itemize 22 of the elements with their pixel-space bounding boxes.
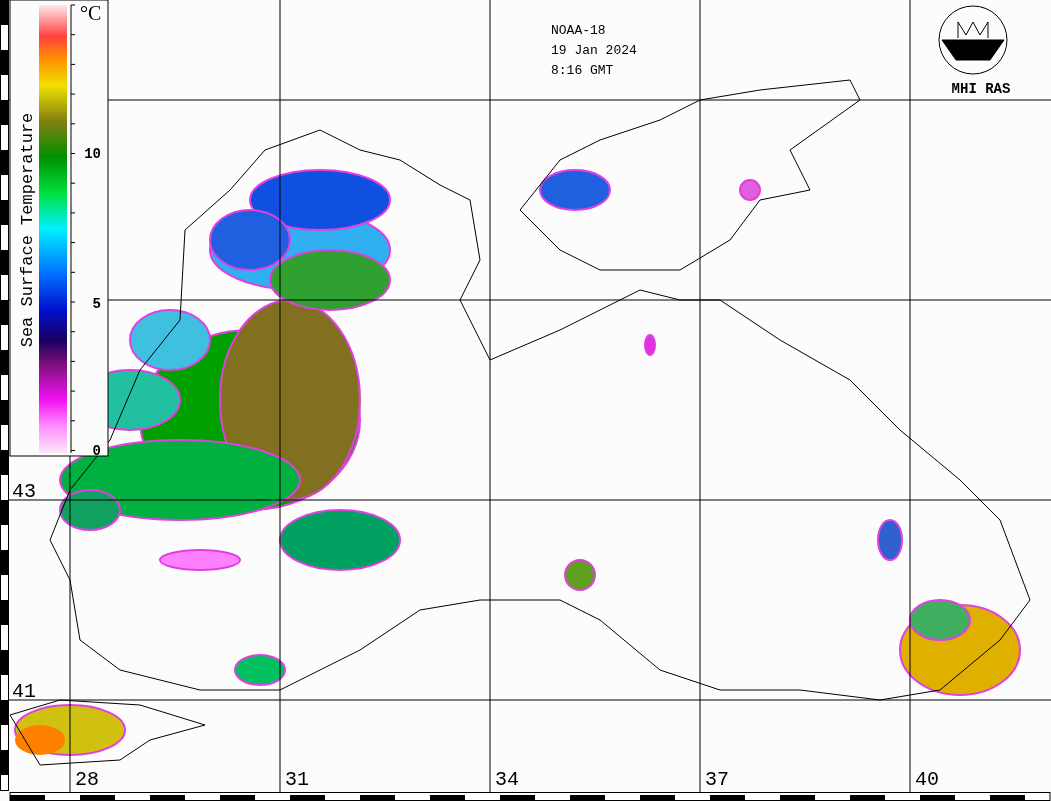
temperature-patch — [564, 559, 596, 591]
legend-title: Sea Surface Temperature — [18, 112, 37, 348]
temperature-patch — [539, 169, 611, 211]
latitude-label: 43 — [12, 480, 36, 503]
legend-unit: °C — [80, 2, 102, 24]
temperature-patch — [234, 654, 286, 686]
date-label: 19 Jan 2024 — [551, 43, 637, 58]
legend-tick-label: 0 — [92, 443, 101, 459]
longitude-label: 28 — [75, 768, 99, 791]
institute-label: MHI RAS — [951, 81, 1011, 97]
longitude-label: 37 — [705, 768, 729, 791]
longitude-label: 40 — [915, 768, 939, 791]
legend-tick-label: 5 — [92, 296, 101, 312]
latitude-label: 41 — [12, 680, 36, 703]
temperature-patch — [877, 519, 903, 561]
satellite-label: NOAA-18 — [551, 23, 606, 38]
temperature-patch — [644, 334, 656, 356]
longitude-label: 31 — [285, 768, 309, 791]
institute-logo-icon — [938, 5, 1008, 75]
longitude-label: 34 — [495, 768, 519, 791]
legend-tick-label: 10 — [84, 146, 101, 162]
time-label: 8:16 GMT — [551, 63, 614, 78]
